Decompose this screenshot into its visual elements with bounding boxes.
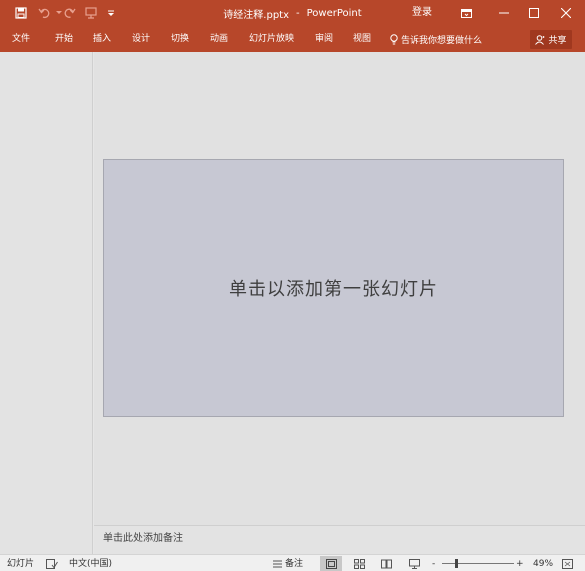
tell-me-label: 告诉我你想要做什么 (401, 35, 483, 46)
ribbon-tab-bar: 文件 开始 插入 设计 切换 动画 幻灯片放映 审阅 视图 告诉我你想要做什么 … (0, 26, 585, 52)
notes-icon (273, 560, 282, 567)
maximize-icon[interactable] (519, 0, 549, 26)
notes-toggle[interactable]: 备注 (273, 555, 303, 571)
reading-view-icon[interactable] (375, 556, 397, 571)
tab-animations[interactable]: 动画 (210, 26, 228, 52)
tab-home[interactable]: 开始 (55, 26, 73, 52)
language-indicator[interactable]: 中文(中国) (69, 555, 112, 571)
spell-check-icon[interactable] (46, 555, 58, 571)
zoom-in-button[interactable]: + (516, 555, 524, 571)
app-name: PowerPoint (306, 7, 362, 19)
fit-slide-to-window-icon[interactable] (562, 555, 573, 571)
normal-view-icon[interactable] (320, 556, 342, 571)
zoom-slider-thumb[interactable] (455, 559, 458, 568)
save-icon[interactable] (12, 4, 30, 22)
notes-placeholder: 单击此处添加备注 (103, 533, 183, 544)
add-first-slide-placeholder[interactable]: 单击以添加第一张幻灯片 (103, 159, 564, 417)
status-bar: 幻灯片 中文(中国) 备注 - + 49% (0, 554, 585, 571)
add-slide-prompt: 单击以添加第一张幻灯片 (229, 279, 438, 300)
tab-slideshow[interactable]: 幻灯片放映 (249, 26, 294, 52)
customize-quick-access-icon[interactable] (102, 4, 120, 22)
tab-review[interactable]: 审阅 (315, 26, 333, 52)
tab-transitions[interactable]: 切换 (171, 26, 189, 52)
slideshow-view-icon[interactable] (403, 556, 425, 571)
minimize-icon[interactable] (489, 0, 519, 26)
share-label: 共享 (548, 36, 567, 46)
zoom-slider[interactable] (442, 563, 514, 564)
tab-view[interactable]: 视图 (353, 26, 371, 52)
redo-icon[interactable] (61, 4, 79, 22)
slide-indicator: 幻灯片 (7, 558, 35, 569)
lightbulb-icon (390, 33, 398, 44)
notes-pane[interactable]: 单击此处添加备注 (94, 525, 585, 554)
person-icon (535, 34, 545, 45)
sign-in-link[interactable]: 登录 (412, 4, 432, 22)
document-name: 诗经注释.pptx (223, 9, 290, 21)
notes-label: 备注 (285, 558, 304, 569)
ribbon-display-options-icon[interactable] (451, 0, 481, 26)
title-separator: - (296, 7, 300, 19)
start-slideshow-icon[interactable] (82, 4, 100, 22)
close-icon[interactable] (551, 0, 581, 26)
zoom-level[interactable]: 49% (533, 555, 553, 571)
share-button[interactable]: 共享 (530, 30, 572, 49)
zoom-out-button[interactable]: - (432, 555, 435, 571)
tab-insert[interactable]: 插入 (93, 26, 111, 52)
tell-me-search[interactable]: 告诉我你想要做什么 (390, 26, 482, 52)
tab-design[interactable]: 设计 (132, 26, 150, 52)
slide-thumbnail-pane[interactable] (0, 52, 93, 554)
tab-file[interactable]: 文件 (12, 26, 30, 52)
title-bar: 诗经注释.pptx - PowerPoint 登录 (0, 0, 585, 26)
slide-sorter-view-icon[interactable] (348, 556, 370, 571)
